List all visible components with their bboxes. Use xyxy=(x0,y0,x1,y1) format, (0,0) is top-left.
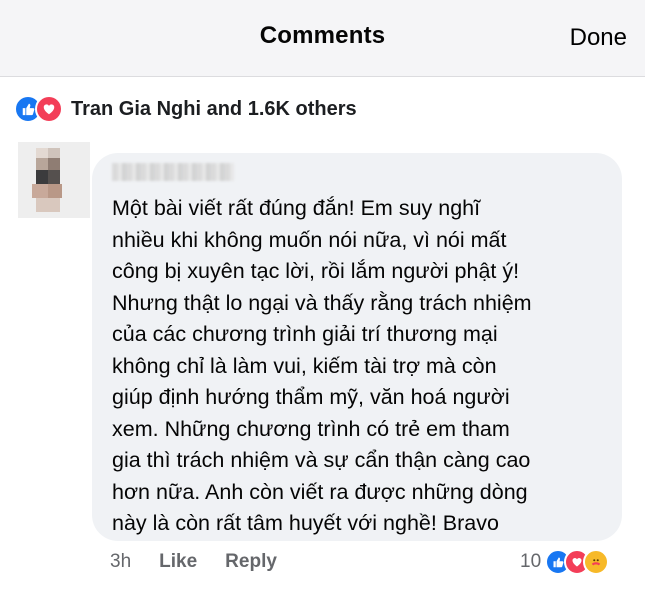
reply-button[interactable]: Reply xyxy=(225,551,277,573)
like-button[interactable]: Like xyxy=(159,551,197,573)
page-title: Comments xyxy=(259,22,386,49)
top-navigation-bar: Comments Done xyxy=(0,0,645,77)
author-name-blurred[interactable] xyxy=(112,163,234,181)
reactors-text[interactable]: Tran Gia Nghi and 1.6K others xyxy=(71,98,357,121)
comment-actions: 3h Like Reply xyxy=(110,549,277,575)
reaction-count: 10 xyxy=(520,551,542,572)
comment-text: Một bài viết rất đúng đắn! Em suy nghĩ n… xyxy=(112,196,532,535)
reactions-summary[interactable]: Tran Gia Nghi and 1.6K others xyxy=(14,94,357,124)
comment-reactions[interactable]: 10 xyxy=(520,548,610,576)
comment-bubble: Một bài viết rất đúng đắn! Em suy nghĩ n… xyxy=(92,153,622,541)
care-icon xyxy=(583,549,610,575)
avatar[interactable] xyxy=(18,142,90,218)
comment-timestamp: 3h xyxy=(110,551,132,572)
love-icon xyxy=(35,95,63,123)
done-button[interactable]: Done xyxy=(570,24,627,52)
